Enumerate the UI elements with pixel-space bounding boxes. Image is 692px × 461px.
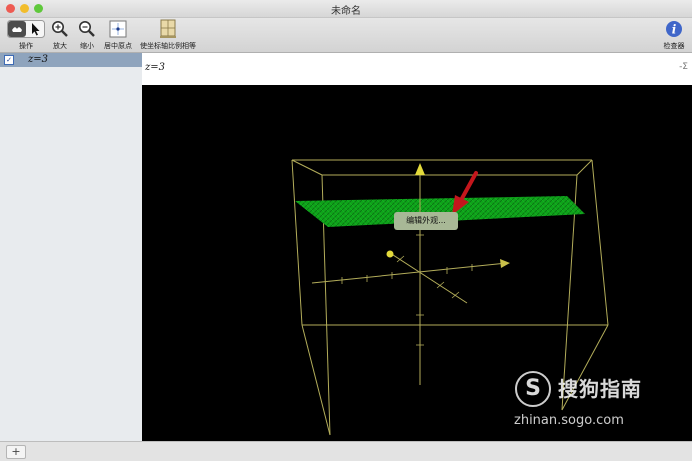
title-bar: 未命名 bbox=[0, 0, 692, 18]
x-axis-arrow bbox=[500, 259, 510, 268]
watermark: S 搜狗指南 zhinan.sogo.com bbox=[512, 365, 692, 435]
sigma-icon[interactable]: -Σ bbox=[679, 62, 688, 72]
graph-canvas[interactable]: 编辑外观... S 搜狗指南 zhinan.sogo.com bbox=[142, 85, 692, 441]
zoom-out-label: 缩小 bbox=[80, 42, 94, 50]
toolbar: 操作 放大 缩小 居中原点 使坐标轴比例相等 i 检查器 bbox=[0, 18, 692, 53]
center-origin-button[interactable]: 居中原点 bbox=[102, 19, 134, 51]
zoom-out-button[interactable]: 缩小 bbox=[76, 19, 98, 51]
z-axis-arrow bbox=[415, 163, 425, 175]
watermark-url: zhinan.sogo.com bbox=[514, 413, 624, 428]
magnifier-minus-icon bbox=[79, 21, 95, 37]
equation-list: ✓ z=3 bbox=[0, 53, 143, 441]
ruler-icon bbox=[160, 19, 176, 38]
equation-label: z=3 bbox=[28, 54, 49, 65]
operate-segment bbox=[7, 20, 45, 38]
add-equation-button[interactable]: + bbox=[6, 445, 26, 459]
svg-text:i: i bbox=[672, 23, 677, 37]
inspector-button[interactable]: i 检查器 bbox=[660, 19, 688, 51]
operate-label: 操作 bbox=[19, 42, 33, 50]
window-title: 未命名 bbox=[331, 6, 361, 17]
equation-input[interactable]: z=3 bbox=[145, 62, 165, 73]
edit-appearance-button[interactable]: 编辑外观... bbox=[394, 212, 458, 230]
info-icon: i bbox=[666, 21, 682, 37]
equal-axes-button[interactable]: 使坐标轴比例相等 bbox=[136, 19, 200, 51]
sogou-logo-glyph: S bbox=[525, 376, 541, 401]
equation-visibility-checkbox[interactable]: ✓ bbox=[4, 55, 14, 65]
equal-axes-label: 使坐标轴比例相等 bbox=[140, 42, 196, 50]
crosshair-icon bbox=[109, 20, 127, 38]
magnifier-plus-icon bbox=[52, 21, 68, 37]
equation-input-bar[interactable]: z=3 -Σ bbox=[142, 53, 692, 86]
equation-list-item[interactable]: ✓ z=3 bbox=[0, 53, 142, 67]
sogou-logo: S bbox=[515, 371, 551, 407]
watermark-brand: 搜狗指南 bbox=[558, 377, 642, 401]
zoom-in-button[interactable]: 放大 bbox=[49, 19, 71, 51]
center-origin-label: 居中原点 bbox=[104, 42, 132, 50]
zoom-in-label: 放大 bbox=[53, 42, 67, 50]
inspector-label: 检查器 bbox=[663, 42, 685, 50]
bottom-bar: + bbox=[0, 441, 692, 461]
y-axis-end-marker bbox=[386, 250, 394, 258]
operate-tool[interactable]: 操作 bbox=[6, 19, 46, 51]
